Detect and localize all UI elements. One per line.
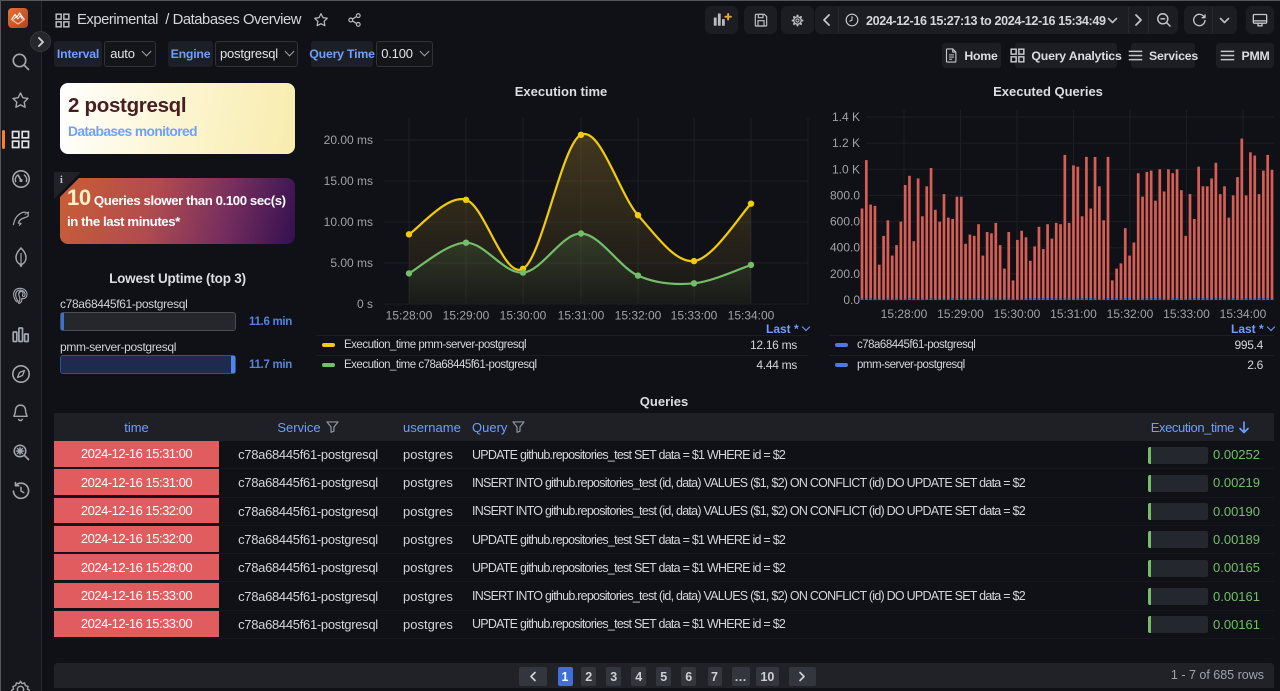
svg-text:600.0: 600.0 — [830, 215, 860, 229]
svg-text:10.00 ms: 10.00 ms — [324, 215, 373, 229]
svg-text:1.2 K: 1.2 K — [832, 136, 860, 150]
svg-text:15:29:00: 15:29:00 — [443, 309, 490, 323]
svg-text:5.00 ms: 5.00 ms — [330, 256, 373, 270]
svg-text:0 s: 0 s — [357, 297, 373, 311]
svg-text:15:30:00: 15:30:00 — [994, 307, 1041, 321]
svg-text:15.00 ms: 15.00 ms — [324, 174, 373, 188]
svg-text:15:33:00: 15:33:00 — [1163, 307, 1210, 321]
svg-text:15:28:00: 15:28:00 — [881, 307, 928, 321]
svg-text:800.0: 800.0 — [830, 188, 860, 202]
svg-text:15:31:00: 15:31:00 — [558, 309, 605, 323]
svg-text:15:32:00: 15:32:00 — [1107, 307, 1154, 321]
svg-text:15:29:00: 15:29:00 — [937, 307, 984, 321]
svg-text:200.0: 200.0 — [830, 267, 860, 281]
svg-text:1.0 K: 1.0 K — [832, 162, 860, 176]
svg-text:15:34:00: 15:34:00 — [728, 309, 775, 323]
svg-text:Execution time: Execution time — [515, 84, 607, 99]
svg-text:400.0: 400.0 — [830, 241, 860, 255]
svg-text:15:32:00: 15:32:00 — [615, 309, 662, 323]
svg-text:15:34:00: 15:34:00 — [1220, 307, 1267, 321]
svg-text:15:33:00: 15:33:00 — [671, 309, 718, 323]
svg-text:Executed Queries: Executed Queries — [993, 84, 1103, 99]
svg-text:0.0: 0.0 — [843, 293, 860, 307]
svg-text:15:31:00: 15:31:00 — [1050, 307, 1097, 321]
svg-text:15:30:00: 15:30:00 — [500, 309, 547, 323]
svg-text:15:28:00: 15:28:00 — [386, 309, 433, 323]
svg-text:1.4 K: 1.4 K — [832, 110, 860, 124]
svg-text:20.00 ms: 20.00 ms — [324, 133, 373, 147]
